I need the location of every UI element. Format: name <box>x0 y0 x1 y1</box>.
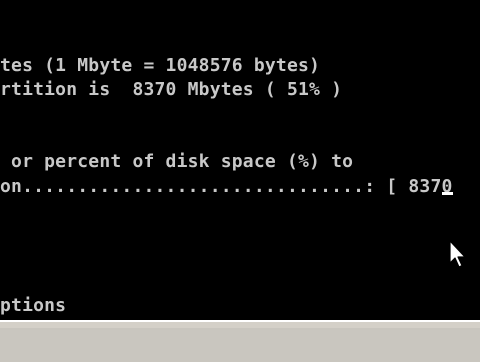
fdisk-console: tes (1 Mbyte = 1048576 bytes) rtition is… <box>0 0 480 320</box>
text-cursor <box>441 192 453 195</box>
input-prompt-text: on...............................: [ 837… <box>0 176 453 197</box>
enter-size-prompt-line: or percent of disk space (%) to <box>0 151 354 172</box>
taskbar <box>0 320 480 362</box>
options-label-line: ptions <box>0 295 67 316</box>
partition-size-line: rtition is 8370 Mbytes ( 51% ) <box>0 79 343 100</box>
bytes-definition-line: tes (1 Mbyte = 1048576 bytes) <box>0 55 321 76</box>
taskbar-shade <box>0 328 480 362</box>
partition-size-input-line[interactable]: on...............................: [ 837… <box>0 177 453 197</box>
mouse-pointer-icon <box>449 240 466 268</box>
